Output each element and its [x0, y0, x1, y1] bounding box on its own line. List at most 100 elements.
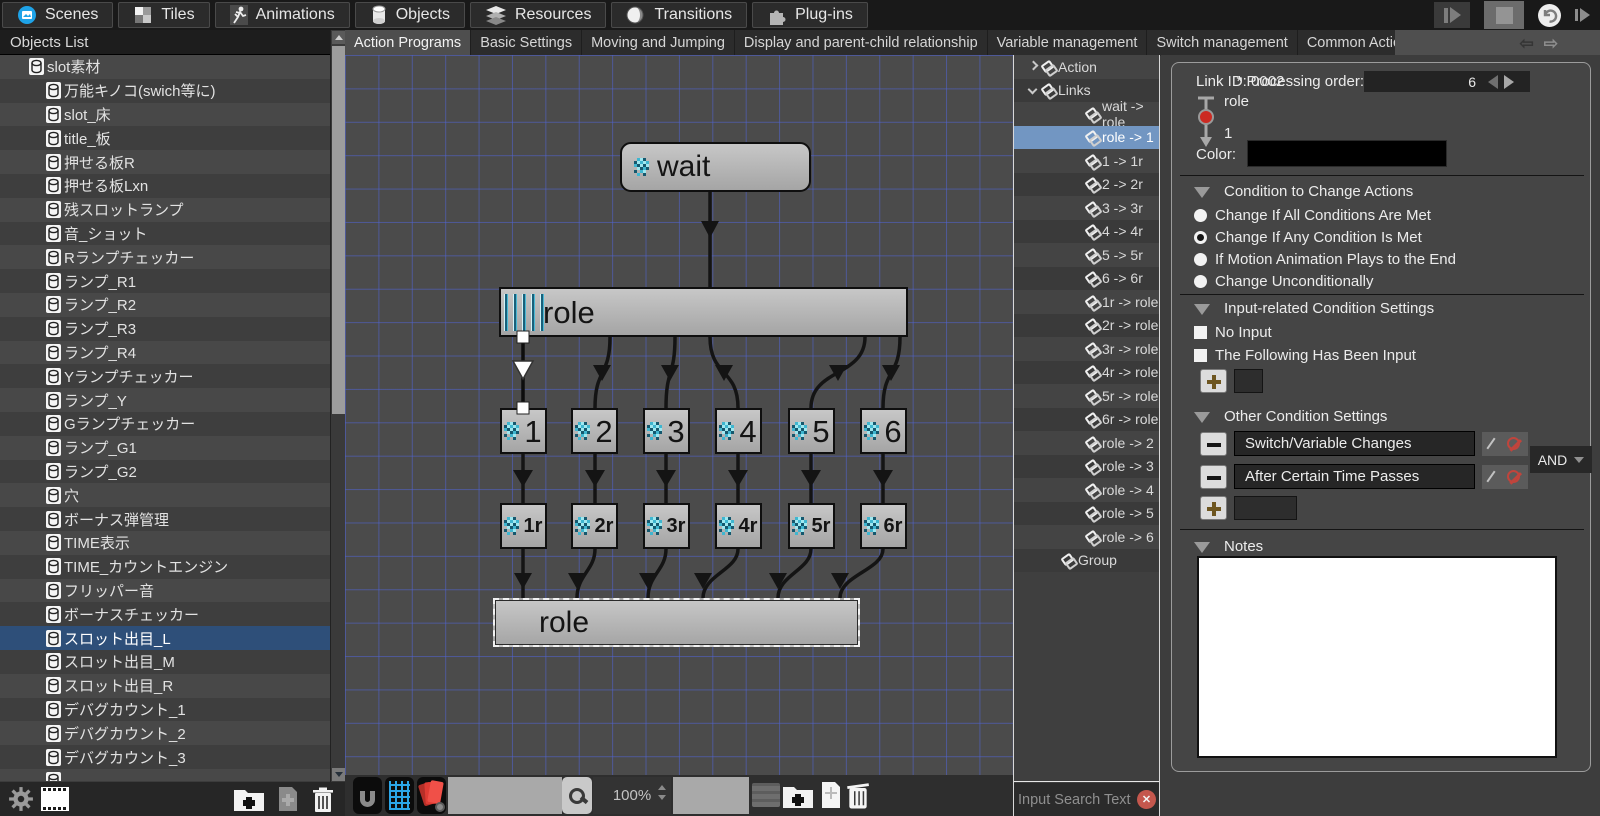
- object-list-item[interactable]: 穴: [0, 483, 330, 507]
- chevron-icon[interactable]: [1072, 297, 1082, 307]
- chevron-icon[interactable]: [1028, 62, 1038, 72]
- action-node[interactable]: 3: [643, 408, 690, 454]
- link-tree-row[interactable]: 4r -> role: [1014, 361, 1159, 385]
- input-checkbox-row[interactable]: The Following Has Been Input: [1194, 344, 1416, 367]
- chevron-icon[interactable]: [1072, 273, 1082, 283]
- edit-pencil-icon[interactable]: [1486, 471, 1495, 483]
- search-input[interactable]: [1014, 792, 1137, 808]
- edit-pencil-icon[interactable]: [1486, 438, 1495, 450]
- radio-icon[interactable]: [1194, 231, 1207, 244]
- tab-nav-right-icon[interactable]: ⇨: [1544, 35, 1558, 52]
- link-tree-row[interactable]: 6r -> role: [1014, 408, 1159, 432]
- disable-icon[interactable]: [1507, 470, 1520, 483]
- chevron-icon[interactable]: [1072, 485, 1082, 495]
- mode-transitions[interactable]: Transitions: [611, 2, 747, 28]
- chevron-icon[interactable]: [1072, 132, 1082, 142]
- link-tree-row[interactable]: 5r -> role: [1014, 384, 1159, 408]
- mode-objects[interactable]: Objects: [355, 2, 465, 28]
- chevron-icon[interactable]: [1072, 226, 1082, 236]
- object-list-item[interactable]: デバグカウント_1: [0, 698, 330, 722]
- object-list-item[interactable]: 万能キノコ(swich等に): [0, 79, 330, 103]
- object-list-item[interactable]: ランプ_G1: [0, 436, 330, 460]
- tab[interactable]: Display and parent-child relationship: [735, 30, 988, 56]
- action-node[interactable]: 4: [715, 408, 762, 454]
- object-list-item[interactable]: スロット出目_M: [0, 650, 330, 674]
- action-node[interactable]: role: [499, 287, 908, 337]
- action-node[interactable]: role: [493, 598, 860, 647]
- object-list-item[interactable]: ランプ_Y: [0, 388, 330, 412]
- chevron-icon[interactable]: [1072, 438, 1082, 448]
- action-node[interactable]: 3r: [643, 503, 690, 549]
- section-collapse-icon[interactable]: [1194, 542, 1210, 553]
- chevron-icon[interactable]: [1072, 156, 1082, 166]
- action-node[interactable]: 4r: [715, 503, 762, 549]
- condition-option[interactable]: Change If All Conditions Are Met: [1194, 204, 1456, 226]
- link-color-swatch[interactable]: [1247, 140, 1447, 167]
- action-node[interactable]: wait: [620, 142, 811, 192]
- object-list-item[interactable]: ランプ_R3: [0, 317, 330, 341]
- zoom-level-control[interactable]: 100%: [593, 777, 671, 814]
- undo-button[interactable]: [1538, 4, 1561, 27]
- link-tree-row[interactable]: 2r -> role: [1014, 314, 1159, 338]
- radio-icon[interactable]: [1194, 253, 1207, 266]
- order-next-icon[interactable]: [1504, 75, 1514, 89]
- action-node[interactable]: 6r: [860, 503, 907, 549]
- link-tree-row[interactable]: 6 -> 6r: [1014, 267, 1159, 291]
- input-checkbox-row[interactable]: No Input: [1194, 321, 1416, 344]
- add-folder-icon[interactable]: [233, 786, 265, 812]
- drag-mode-button[interactable]: [417, 777, 446, 814]
- chevron-icon[interactable]: [1072, 461, 1082, 471]
- trash-icon[interactable]: [845, 780, 871, 810]
- disable-icon[interactable]: [1507, 437, 1520, 450]
- section-collapse-icon[interactable]: [1194, 304, 1210, 315]
- object-list-item[interactable]: 残スロットランプ: [0, 198, 330, 222]
- object-list-item[interactable]: 押せる板Lxn: [0, 174, 330, 198]
- tab[interactable]: Moving and Jumping: [582, 30, 735, 56]
- add-folder-icon[interactable]: [782, 783, 814, 809]
- chevron-icon[interactable]: [1028, 85, 1038, 95]
- object-list-item[interactable]: ボーナスチェッカー: [0, 602, 330, 626]
- link-tree-row[interactable]: role -> 4: [1014, 478, 1159, 502]
- tab[interactable]: Switch management: [1147, 30, 1297, 56]
- mode-plugins[interactable]: Plug-ins: [752, 2, 868, 28]
- section-collapse-icon[interactable]: [1194, 187, 1210, 198]
- tab-nav-left-icon[interactable]: ⇦: [1520, 35, 1534, 52]
- step-play-button[interactable]: [1434, 2, 1470, 28]
- condition-field[interactable]: Switch/Variable Changes: [1234, 431, 1475, 456]
- object-list-item[interactable]: TIME_カウントエンジン: [0, 555, 330, 579]
- objects-list-scrollbar[interactable]: [330, 30, 345, 782]
- combiner-dropdown[interactable]: AND: [1530, 446, 1592, 473]
- play-button[interactable]: [1575, 8, 1590, 22]
- film-icon[interactable]: [40, 786, 70, 812]
- object-list-item[interactable]: ランプ_R1: [0, 269, 330, 293]
- scrollbar-thumb[interactable]: [332, 46, 345, 414]
- condition-slot-box[interactable]: [1234, 496, 1297, 520]
- checkbox-icon[interactable]: [1194, 349, 1207, 362]
- chevron-icon[interactable]: [1072, 414, 1082, 424]
- link-tree-row[interactable]: 3r -> role: [1014, 337, 1159, 361]
- object-list-item[interactable]: Yランプチェッカー: [0, 364, 330, 388]
- mode-resources[interactable]: Resources: [470, 2, 606, 28]
- action-node[interactable]: 6: [860, 408, 907, 454]
- link-tree-row[interactable]: 5 -> 5r: [1014, 243, 1159, 267]
- link-tree-row[interactable]: 1 -> 1r: [1014, 149, 1159, 173]
- add-input-button[interactable]: [1200, 369, 1227, 393]
- link-tree-row[interactable]: role -> 6: [1014, 525, 1159, 549]
- link-tree-row[interactable]: wait -> role: [1014, 102, 1159, 126]
- checkbox-icon[interactable]: [1194, 326, 1207, 339]
- order-prev-icon[interactable]: [1488, 75, 1498, 89]
- object-list-item[interactable]: slot_床: [0, 103, 330, 127]
- object-list-item[interactable]: ランプ_G2: [0, 460, 330, 484]
- link-tree-row[interactable]: 4 -> 4r: [1014, 220, 1159, 244]
- object-list-item[interactable]: スロット出目_R: [0, 674, 330, 698]
- chevron-icon[interactable]: [1048, 555, 1058, 565]
- chevron-icon[interactable]: [1072, 179, 1082, 189]
- link-tree-row[interactable]: role -> 1: [1014, 126, 1159, 150]
- action-node[interactable]: 2: [571, 408, 618, 454]
- link-tree-row[interactable]: Group: [1014, 549, 1159, 573]
- grid-toggle-button[interactable]: [385, 777, 414, 814]
- section-collapse-icon[interactable]: [1194, 412, 1210, 423]
- radio-icon[interactable]: [1194, 209, 1207, 222]
- action-node[interactable]: 2r: [571, 503, 618, 549]
- action-node[interactable]: 1: [500, 408, 547, 454]
